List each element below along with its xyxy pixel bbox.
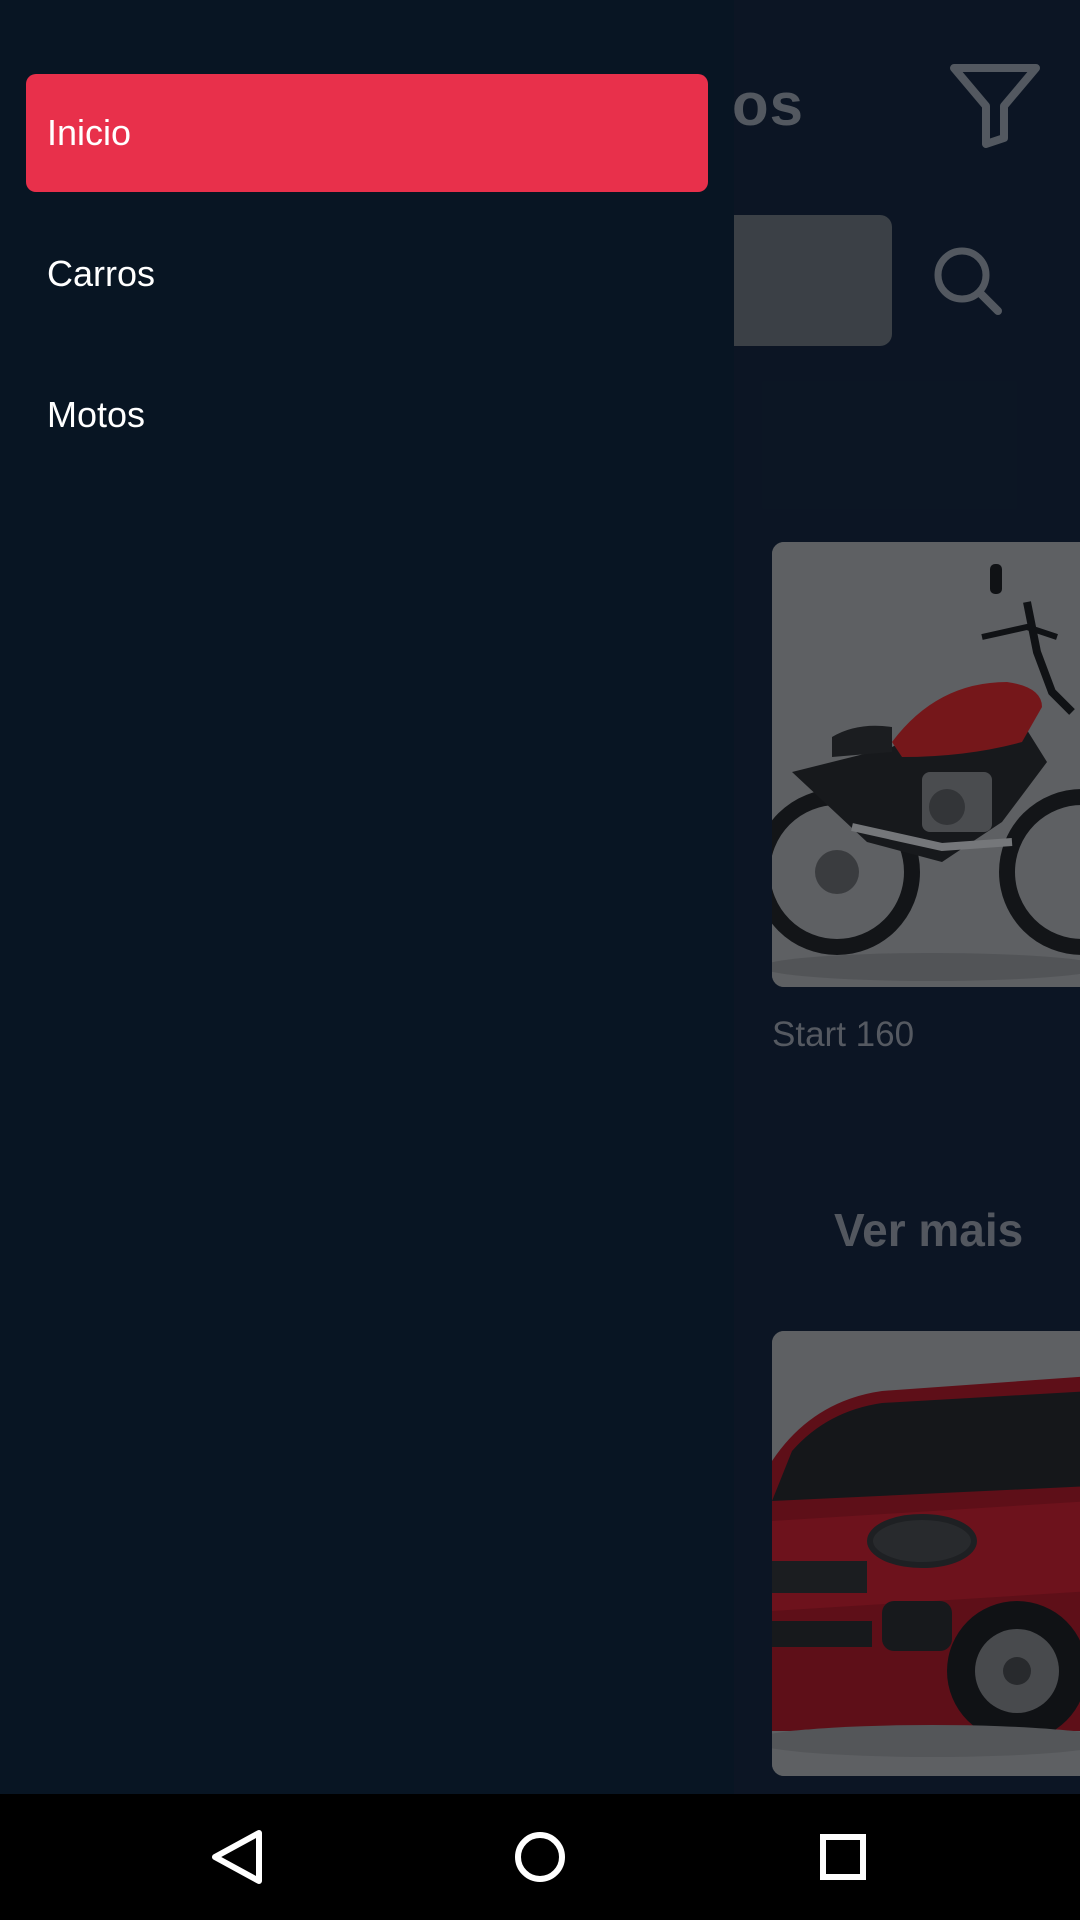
drawer-item-carros[interactable]: Carros (26, 215, 708, 333)
drawer-item-label: Carros (47, 253, 156, 294)
search-icon (934, 247, 1002, 315)
recents-button[interactable] (793, 1807, 893, 1907)
vehicle-card-start-160[interactable] (772, 542, 1080, 987)
search-button[interactable] (932, 245, 1004, 317)
filter-icon (950, 64, 1040, 148)
recents-icon (820, 1834, 866, 1880)
vehicle-card-label: Start 160 (772, 1015, 915, 1054)
filter-button[interactable] (948, 60, 1042, 148)
car-image (772, 1331, 1080, 1776)
drawer-item-label: Motos (47, 394, 146, 435)
drawer-item-motos[interactable]: Motos (26, 356, 708, 474)
vehicle-card-car[interactable] (772, 1331, 1080, 1776)
see-more-link[interactable]: Ver mais (834, 1203, 1023, 1257)
back-button[interactable] (187, 1807, 287, 1907)
motorcycle-image (772, 542, 1080, 987)
drawer-item-label: Inicio (47, 112, 132, 153)
navigation-drawer: Inicio Carros Motos (0, 0, 734, 1794)
back-icon (212, 1830, 262, 1884)
drawer-item-inicio[interactable]: Inicio (26, 74, 708, 192)
system-navigation-bar (0, 1794, 1080, 1920)
home-button[interactable] (490, 1807, 590, 1907)
page-title: os (732, 71, 805, 138)
home-icon (515, 1832, 565, 1882)
